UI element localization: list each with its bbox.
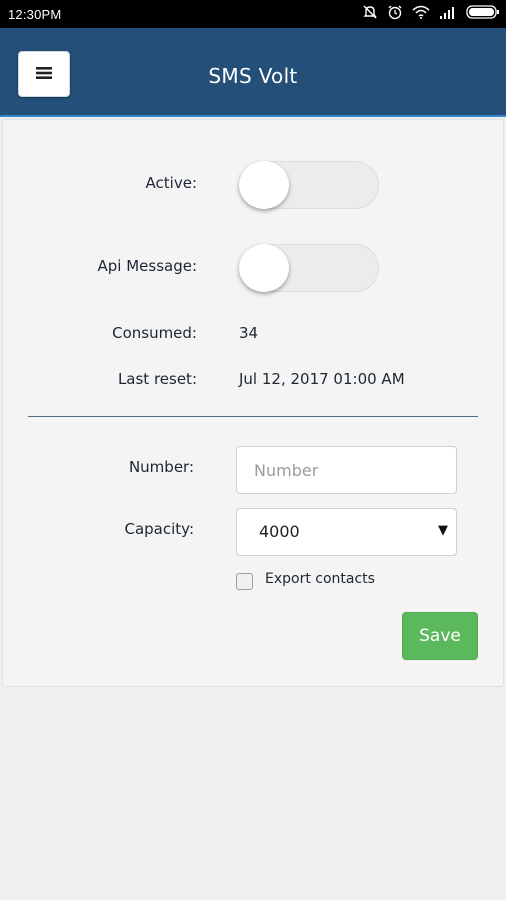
api-message-toggle[interactable]	[239, 244, 379, 292]
last-reset-value: Jul 12, 2017 01:00 AM	[239, 370, 405, 388]
alarm-icon	[387, 4, 403, 20]
status-icons	[362, 4, 500, 20]
mute-icon	[362, 4, 378, 20]
app-header: SMS Volt	[0, 28, 506, 117]
number-label: Number:	[128, 458, 194, 476]
app-title: SMS Volt	[208, 64, 298, 88]
settings-card: Active: Api Message: Consumed: 34 Last r…	[2, 119, 504, 687]
signal-icon	[439, 6, 457, 19]
battery-icon	[466, 5, 500, 19]
save-button[interactable]: Save	[402, 612, 478, 660]
wifi-icon	[412, 5, 430, 19]
section-divider	[28, 416, 478, 417]
consumed-value: 34	[239, 324, 259, 342]
export-contacts-label[interactable]: Export contacts	[265, 571, 375, 587]
capacity-label: Capacity:	[124, 520, 194, 538]
api-message-label: Api Message:	[97, 257, 197, 275]
active-toggle-knob	[239, 161, 289, 209]
active-toggle[interactable]	[239, 161, 379, 209]
api-message-toggle-knob	[239, 244, 289, 292]
capacity-select[interactable]: 4000 ▼	[236, 508, 457, 556]
capacity-selected-value: 4000	[259, 522, 300, 541]
export-contacts-checkbox[interactable]	[236, 573, 253, 590]
last-reset-label: Last reset:	[117, 370, 197, 388]
number-input[interactable]	[236, 446, 457, 494]
consumed-label: Consumed:	[112, 324, 197, 342]
status-bar: 12:30PM	[0, 0, 506, 28]
caret-down-icon: ▼	[438, 523, 448, 538]
active-label: Active:	[145, 174, 197, 192]
status-time: 12:30PM	[8, 7, 62, 22]
